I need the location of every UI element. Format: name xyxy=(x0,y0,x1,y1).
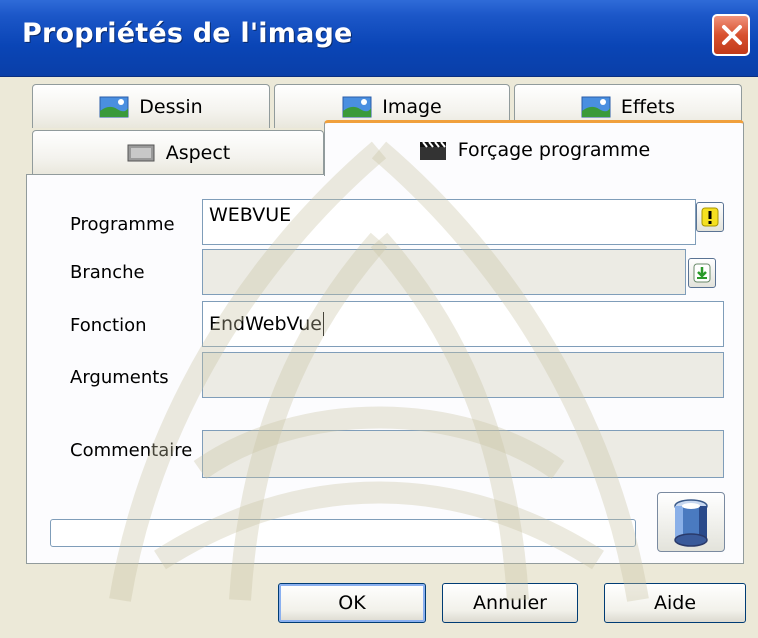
title-bar: Propriétés de l'image xyxy=(0,0,758,77)
cancel-button[interactable]: Annuler xyxy=(442,583,578,623)
spool-button[interactable] xyxy=(657,492,725,552)
arguments-label: Arguments xyxy=(70,367,169,388)
tab-label: Forçage programme xyxy=(457,138,651,161)
programme-field[interactable]: WEBVUE xyxy=(202,199,696,245)
tab-label: Effets xyxy=(620,95,676,118)
warning-button[interactable] xyxy=(696,202,724,232)
tab-aspect[interactable]: Aspect xyxy=(32,130,324,175)
tab-label: Image xyxy=(382,95,442,118)
programme-value: WEBVUE xyxy=(209,204,292,226)
commentaire-label: Commentaire xyxy=(70,440,193,461)
tab-label: Aspect xyxy=(165,142,231,164)
close-button[interactable] xyxy=(712,14,750,56)
commentaire-field[interactable] xyxy=(202,430,724,478)
progress-bar xyxy=(50,519,636,547)
programme-label: Programme xyxy=(70,214,175,235)
ok-button[interactable]: OK xyxy=(278,583,426,623)
landscape-icon xyxy=(581,96,611,117)
landscape-icon xyxy=(342,96,372,117)
frame-icon xyxy=(127,144,155,162)
tab-dessin[interactable]: Dessin xyxy=(32,84,270,128)
arguments-field[interactable] xyxy=(202,352,724,398)
download-arrow-icon xyxy=(693,263,711,283)
download-button[interactable] xyxy=(688,258,716,288)
tab-label: Dessin xyxy=(139,95,203,118)
spool-icon xyxy=(674,499,708,547)
help-button[interactable]: Aide xyxy=(604,583,746,623)
fonction-label: Fonction xyxy=(70,315,147,336)
landscape-icon xyxy=(99,96,129,117)
clapperboard-icon xyxy=(419,140,446,160)
fonction-field[interactable]: EndWebVue xyxy=(202,301,724,347)
text-caret xyxy=(322,312,324,336)
branche-field[interactable] xyxy=(202,249,686,295)
fonction-value: EndWebVue xyxy=(209,313,322,335)
branche-label: Branche xyxy=(70,262,145,283)
tab-forcage-programme[interactable]: Forçage programme xyxy=(324,120,744,176)
close-icon xyxy=(722,25,742,45)
exclamation-icon xyxy=(701,207,719,227)
window-title: Propriétés de l'image xyxy=(22,18,353,49)
